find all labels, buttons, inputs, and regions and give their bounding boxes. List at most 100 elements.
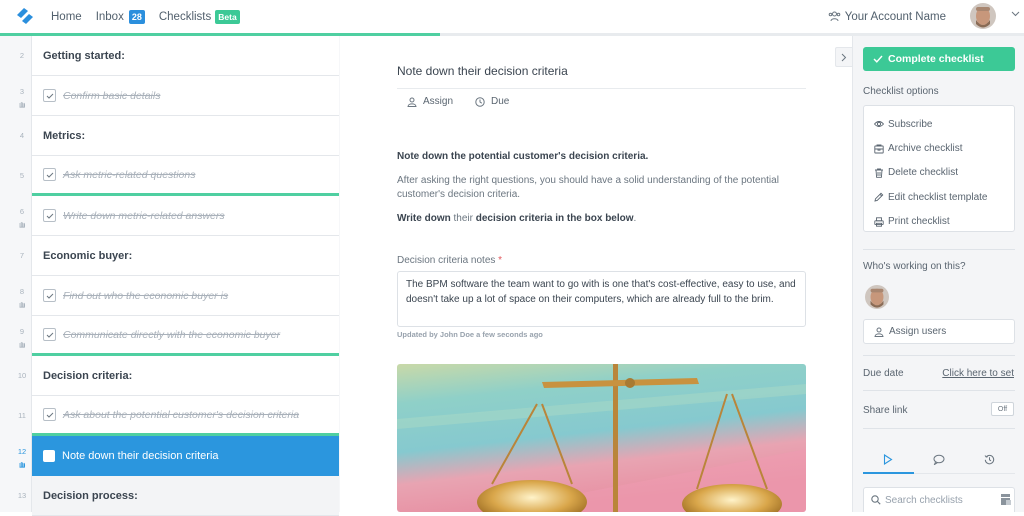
task-checkbox[interactable] [43,168,56,181]
assign-label: Assign [423,96,454,107]
due-label: Due [491,96,510,107]
divider [863,390,1015,391]
account-switcher[interactable]: Your Account Name [828,0,946,33]
task-number: 2 [0,51,44,60]
instruction-part: Write down [397,212,451,224]
eye-icon [874,121,884,128]
play-icon [884,453,893,465]
nav-home-label: Home [51,10,82,23]
tab-history[interactable] [964,446,1015,473]
task-number-text: 2 [19,51,25,60]
task-checkbox[interactable] [43,89,56,102]
check-icon [46,93,53,99]
task-actions: Assign Due [407,96,531,107]
option-delete-checklist[interactable]: Delete checklist [864,161,1014,185]
due-button[interactable]: Due [475,96,509,107]
task-detail: Note down their decision criteria Assign… [351,36,851,512]
task-heading[interactable]: 2 Getting started: [20,36,339,76]
tab-activity[interactable] [863,446,914,474]
option-archive-checklist[interactable]: Archive checklist [864,136,1014,160]
task-heading[interactable]: 10 Decision criteria: [18,356,339,396]
share-link-toggle[interactable]: Off [991,402,1014,416]
decision-criteria-notes-field[interactable]: The BPM software the team want to go wit… [397,271,806,327]
filter-icon[interactable] [1001,494,1012,506]
task-checkbox[interactable] [43,450,55,462]
task-heading[interactable]: 7 Economic buyer: [20,236,339,276]
main-nav: Home Inbox 28 Checklists Beta [51,0,254,33]
task-number-text: 5 [19,171,25,180]
task-number: 9 [0,327,44,348]
app-logo-icon[interactable] [14,6,36,26]
required-marker: * [498,255,503,266]
task-number-text: 9 [19,327,25,336]
search-checklists-input[interactable] [885,494,995,506]
task-item[interactable]: 3 Confirm basic details [19,76,339,116]
task-number-text: 4 [19,131,25,140]
instruction-part: their [450,212,476,224]
task-number: 11 [0,411,44,420]
set-due-date-link[interactable]: Click here to set [942,368,1014,379]
user-avatar[interactable] [970,3,996,29]
task-list: 2 Getting started: 3 Confirm basic details 4… [18,36,339,516]
task-label: Find out who the economic buyer is [63,289,229,302]
nav-inbox-label: Inbox [95,10,124,23]
assignee-avatar[interactable] [865,285,889,309]
collapse-sidebar-button[interactable] [835,47,852,67]
option-label: Edit checklist template [888,191,988,203]
task-number-text: 11 [18,411,26,420]
task-number-text: 8 [19,287,25,296]
task-checkbox[interactable] [43,209,56,222]
task-label: Getting started: [43,49,125,62]
tab-comments[interactable] [914,446,965,473]
task-number: 8 [0,287,44,308]
nav-home[interactable]: Home [51,11,82,23]
task-item[interactable]: 6 Write down metric-related answers [19,196,339,236]
nav-checklists[interactable]: Checklists Beta [159,9,240,24]
comment-icon [933,454,945,465]
instruction-part: . [633,212,637,224]
task-label: Write down metric-related answers [63,209,225,222]
option-subscribe[interactable]: Subscribe [864,112,1014,136]
divider [863,355,1015,356]
task-item[interactable]: 12 Note down their decision criteria [18,436,339,476]
task-item[interactable]: 11 Ask about the potential customer's dec… [18,396,339,436]
task-checkbox[interactable] [43,408,56,421]
task-checkbox[interactable] [43,289,56,302]
task-title: Note down their decision criteria [397,64,568,78]
chevron-down-icon[interactable] [1011,11,1020,17]
task-label: Economic buyer: [43,249,133,262]
history-icon [984,454,995,465]
checklist-sidebar: Complete checklist Checklist options Sub… [852,36,1024,512]
option-edit-checklist-template[interactable]: Edit checklist template [864,185,1014,209]
hand-icon [19,462,26,468]
updated-by-text: Updated by John Doe a few seconds ago [397,330,543,339]
assign-users-label: Assign users [889,326,947,337]
assign-button[interactable]: Assign [407,96,453,107]
task-label: Communicate directly with the economic b… [63,328,281,341]
complete-checklist-button[interactable]: Complete checklist [863,47,1015,71]
task-number-text: 3 [19,87,25,96]
complete-checklist-label: Complete checklist [888,53,984,65]
task-heading[interactable]: 13 Decision process: [18,476,339,516]
option-label: Delete checklist [888,167,959,179]
assign-users-button[interactable]: Assign users [863,319,1015,344]
user-icon [407,97,417,107]
description-heading: Note down the potential customer's decis… [397,151,649,162]
task-item[interactable]: 9 Communicate directly with the economic … [19,316,339,356]
task-item[interactable]: 5 Ask metric-related questions [20,156,339,196]
nav-inbox[interactable]: Inbox 28 [95,9,145,24]
check-icon [46,172,53,178]
task-checkbox[interactable] [43,328,56,341]
task-number: 3 [0,87,44,108]
option-label: Print checklist [888,216,950,228]
users-icon [828,11,841,22]
task-item[interactable]: 8 Find out who the economic buyer is [19,276,339,316]
task-heading[interactable]: 4 Metrics: [20,116,339,156]
search-checklists [863,487,1015,512]
scales-image [397,364,806,512]
option-label: Archive checklist [888,143,963,155]
description-paragraph: After asking the right questions, you sh… [397,174,779,201]
option-print-checklist[interactable]: Print checklist [864,210,1014,234]
task-number-text: 13 [17,491,27,500]
description-instruction: Write down their decision criteria in th… [397,212,806,227]
